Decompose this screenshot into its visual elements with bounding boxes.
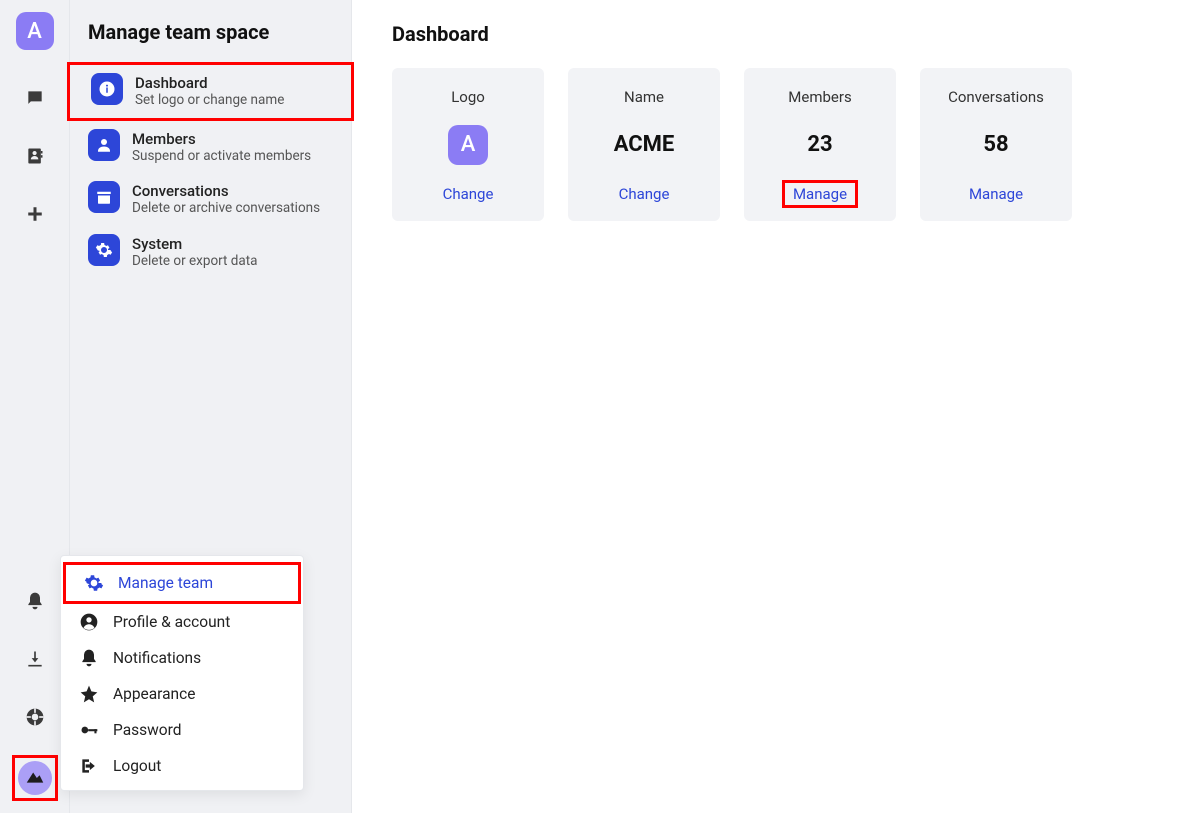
- menu-item-dashboard-highlight: Dashboard Set logo or change name: [67, 62, 354, 121]
- menu-item-dashboard[interactable]: Dashboard Set logo or change name: [73, 65, 348, 118]
- gear-icon: [88, 234, 120, 266]
- menu-label: Dashboard: [135, 74, 284, 92]
- panel-title: Manage team space: [70, 20, 351, 62]
- popup-item-manage-team[interactable]: Manage team: [66, 565, 298, 601]
- popup-item-password[interactable]: Password: [61, 712, 303, 748]
- manage-members-link[interactable]: Manage: [785, 183, 855, 205]
- bell-icon: [79, 648, 99, 668]
- main-content: Dashboard Logo A Change Name ACME Change…: [352, 0, 1193, 813]
- menu-item-conversations[interactable]: Conversations Delete or archive conversa…: [70, 173, 351, 226]
- card-value: 23: [807, 132, 832, 157]
- user-popup-menu: Manage team Profile & account Notificati…: [60, 555, 304, 791]
- menu-item-system[interactable]: System Delete or export data: [70, 226, 351, 279]
- popup-label: Manage team: [118, 574, 213, 592]
- contacts-icon[interactable]: [15, 136, 55, 176]
- user-avatar[interactable]: [18, 761, 52, 795]
- menu-sub: Delete or export data: [132, 253, 258, 271]
- menu-sub: Delete or archive conversations: [132, 200, 320, 218]
- card-label: Members: [788, 88, 851, 106]
- dashboard-cards: Logo A Change Name ACME Change Members 2…: [392, 68, 1153, 221]
- team-logo-icon: A: [448, 125, 488, 165]
- logout-icon: [79, 756, 99, 776]
- user-avatar-highlight: [12, 755, 58, 801]
- card-label: Name: [624, 88, 664, 106]
- star-icon: [79, 684, 99, 704]
- popup-item-appearance[interactable]: Appearance: [61, 676, 303, 712]
- archive-icon: [88, 181, 120, 213]
- card-value: ACME: [614, 132, 675, 157]
- change-logo-link[interactable]: Change: [435, 183, 502, 205]
- card-conversations: Conversations 58 Manage: [920, 68, 1072, 221]
- menu-sub: Suspend or activate members: [132, 148, 311, 166]
- card-label: Conversations: [948, 88, 1044, 106]
- team-badge[interactable]: A: [16, 12, 54, 50]
- card-name: Name ACME Change: [568, 68, 720, 221]
- popup-label: Notifications: [113, 649, 201, 667]
- menu-label: System: [132, 235, 258, 253]
- person-icon: [88, 129, 120, 161]
- chat-icon[interactable]: [15, 78, 55, 118]
- info-icon: [91, 73, 123, 105]
- popup-item-notifications[interactable]: Notifications: [61, 640, 303, 676]
- main-title: Dashboard: [392, 22, 1153, 46]
- person-icon: [79, 612, 99, 632]
- menu-sub: Set logo or change name: [135, 92, 284, 110]
- bell-icon[interactable]: [15, 581, 55, 621]
- help-icon[interactable]: [15, 697, 55, 737]
- popup-label: Profile & account: [113, 613, 230, 631]
- card-label: Logo: [451, 88, 485, 106]
- change-name-link[interactable]: Change: [611, 183, 678, 205]
- menu-label: Members: [132, 130, 311, 148]
- card-members: Members 23 Manage: [744, 68, 896, 221]
- popup-item-logout[interactable]: Logout: [61, 748, 303, 784]
- menu-label: Conversations: [132, 182, 320, 200]
- download-icon[interactable]: [15, 639, 55, 679]
- manage-conversations-link[interactable]: Manage: [961, 183, 1031, 205]
- add-icon[interactable]: [15, 194, 55, 234]
- menu-item-members[interactable]: Members Suspend or activate members: [70, 121, 351, 174]
- key-icon: [79, 720, 99, 740]
- card-value: 58: [983, 132, 1008, 157]
- gear-icon: [84, 573, 104, 593]
- card-logo: Logo A Change: [392, 68, 544, 221]
- popup-label: Password: [113, 721, 181, 739]
- popup-label: Appearance: [113, 685, 195, 703]
- popup-label: Logout: [113, 757, 161, 775]
- popup-item-manage-team-highlight: Manage team: [63, 562, 301, 604]
- popup-item-profile[interactable]: Profile & account: [61, 604, 303, 640]
